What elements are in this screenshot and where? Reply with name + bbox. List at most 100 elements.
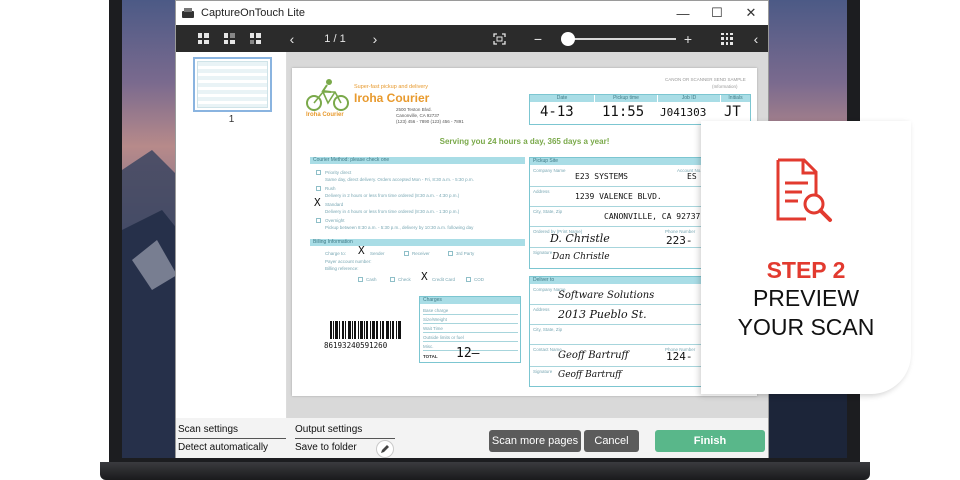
scan-settings-divider bbox=[178, 438, 286, 439]
cancel-button[interactable]: Cancel bbox=[584, 430, 639, 452]
barcode-number: 86193240591260 bbox=[324, 341, 388, 350]
scan-more-pages-button[interactable]: Scan more pages bbox=[489, 430, 581, 452]
bottom-bar: Scan settings Detect automatically Outpu… bbox=[176, 418, 768, 458]
standard-label: Standard bbox=[325, 202, 344, 207]
charge-line-3 bbox=[423, 332, 518, 333]
thumbnail-grid-button[interactable] bbox=[719, 25, 735, 52]
minimize-button[interactable]: — bbox=[666, 1, 700, 25]
step-card: STEP 2 PREVIEW YOUR SCAN bbox=[701, 121, 911, 394]
billing-payer: Payer account number: bbox=[325, 259, 372, 264]
scanner-app-icon bbox=[182, 8, 194, 18]
grid-small-icon bbox=[249, 33, 261, 44]
pickup-name-value: D. Christle bbox=[550, 232, 610, 245]
charge-line-2 bbox=[423, 323, 518, 324]
standard-desc: Delivery in 4 hours or less from time or… bbox=[325, 209, 460, 214]
zoom-in-button[interactable]: + bbox=[681, 25, 695, 52]
company-name: Iroha Courier bbox=[354, 91, 430, 105]
fit-window-icon bbox=[492, 32, 506, 45]
previous-page-button[interactable]: ‹ bbox=[286, 25, 298, 52]
company-tagline: Super-fast pickup and delivery bbox=[354, 84, 428, 90]
value-initials: JT bbox=[724, 104, 741, 120]
billing-sender: Sender bbox=[370, 251, 385, 256]
charges-header: Charges bbox=[420, 297, 520, 304]
logo-text: Iroha Courier bbox=[306, 112, 344, 118]
edit-output-button[interactable] bbox=[376, 440, 394, 458]
barcode-graphic bbox=[330, 321, 401, 339]
deliver-address-label: Address bbox=[533, 307, 550, 312]
charge-total-label: TOTAL bbox=[423, 354, 438, 359]
deliver-contact-value: Geoff Bartruff bbox=[558, 350, 629, 361]
grid-view-medium-button[interactable] bbox=[220, 25, 238, 52]
billing-third-party: 3rd Party bbox=[456, 251, 475, 256]
pay-credit-card: Credit Card bbox=[432, 277, 456, 282]
charge-line-4 bbox=[423, 341, 518, 342]
zoom-out-button[interactable]: − bbox=[531, 25, 545, 52]
grid-large-icon bbox=[197, 33, 209, 44]
standard-mark: X bbox=[314, 196, 321, 209]
zoom-slider-handle[interactable] bbox=[561, 32, 575, 46]
slogan: Serving you 24 hours a day, 365 days a y… bbox=[439, 137, 610, 146]
monitor-base bbox=[100, 462, 870, 480]
address-line-2: Canonville, CA 92737 bbox=[396, 113, 440, 118]
corner-note-2: (Information) bbox=[712, 84, 738, 89]
pencil-icon bbox=[381, 445, 389, 453]
courier-method-header: Courier Method: please check one bbox=[310, 157, 525, 164]
deliver-signature-label: Signature bbox=[533, 369, 553, 374]
pickup-account-value: ES bbox=[687, 172, 697, 181]
overnight-desc: Pickup between 8:30 a.m. - 5:30 p.m., de… bbox=[325, 225, 474, 230]
billing-charge-to: Charge to: bbox=[325, 251, 347, 256]
overnight-label: Overnight bbox=[325, 218, 345, 223]
pickup-signature-label: Signature bbox=[533, 250, 553, 255]
pay-check: Check bbox=[398, 277, 411, 282]
document-search-icon bbox=[776, 158, 832, 222]
thumbnail-page-number: 1 bbox=[228, 114, 235, 125]
finish-button[interactable]: Finish bbox=[655, 430, 765, 452]
close-button[interactable]: ✕ bbox=[734, 1, 768, 25]
value-date: 4-13 bbox=[540, 104, 574, 120]
cod-checkbox bbox=[466, 277, 471, 282]
toolbar: ‹ 1 / 1 › − + ‹ bbox=[176, 25, 768, 52]
step-title-line-2: YOUR SCAN bbox=[737, 314, 875, 340]
scan-settings-label: Scan settings bbox=[178, 424, 239, 435]
step-number: STEP 2 bbox=[766, 257, 846, 283]
page-thumbnail[interactable] bbox=[193, 57, 272, 112]
rush-checkbox bbox=[316, 186, 321, 191]
collapse-panel-button[interactable]: ‹ bbox=[750, 25, 762, 52]
charge-wait: Wait Time bbox=[423, 326, 443, 331]
rush-desc: Delivery in 2 hours or less from time or… bbox=[325, 193, 460, 198]
pickup-company-value: E23 SYSTEMS bbox=[575, 172, 628, 181]
thumbnail-image bbox=[197, 61, 268, 108]
window-title: CaptureOnTouch Lite bbox=[201, 7, 305, 19]
header-job-id: Job ID bbox=[658, 95, 720, 102]
step-title-line-1: PREVIEW bbox=[752, 285, 860, 311]
scan-settings-value[interactable]: Detect automatically bbox=[178, 442, 268, 453]
cash-checkbox bbox=[358, 277, 363, 282]
grid-view-small-button[interactable] bbox=[246, 25, 264, 52]
fit-to-window-button[interactable] bbox=[490, 25, 508, 52]
deliver-company-value: Software Solutions bbox=[558, 290, 655, 301]
billing-header: Billing Information bbox=[310, 239, 525, 246]
deliver-address-value: 2013 Pueblo St. bbox=[558, 308, 647, 321]
output-settings-value[interactable]: Save to folder bbox=[295, 442, 357, 453]
zoom-slider-track[interactable] bbox=[570, 38, 676, 40]
preview-area: Iroha Courier Super-fast pickup and deli… bbox=[287, 52, 768, 418]
grid-view-large-button[interactable] bbox=[194, 25, 212, 52]
address-line-1: 2500 Teston Blvd. bbox=[396, 107, 432, 112]
pickup-address-label: Address bbox=[533, 189, 550, 194]
grid-medium-icon bbox=[223, 33, 235, 44]
grid-nine-icon bbox=[721, 32, 733, 45]
pickup-city-value: CANONVILLE, CA 92737 bbox=[604, 212, 701, 221]
app-window: CaptureOnTouch Lite — ☐ ✕ ‹ 1 / 1 › − + … bbox=[175, 0, 769, 458]
charge-outside: Outside limits or fuel bbox=[423, 335, 464, 340]
check-checkbox bbox=[390, 277, 395, 282]
scanned-document: Iroha Courier Super-fast pickup and deli… bbox=[292, 68, 757, 396]
thumbnail-panel: 1 bbox=[176, 52, 287, 418]
charge-line-1 bbox=[423, 314, 518, 315]
value-pickup-time: 11:55 bbox=[602, 104, 645, 120]
charge-size: Size/Weight bbox=[423, 317, 447, 322]
charge-misc: Misc. bbox=[423, 344, 434, 349]
maximize-button[interactable]: ☐ bbox=[700, 1, 734, 25]
next-page-button[interactable]: › bbox=[369, 25, 381, 52]
charge-total-value: 12— bbox=[456, 346, 480, 361]
charge-base: Base charge bbox=[423, 308, 449, 313]
